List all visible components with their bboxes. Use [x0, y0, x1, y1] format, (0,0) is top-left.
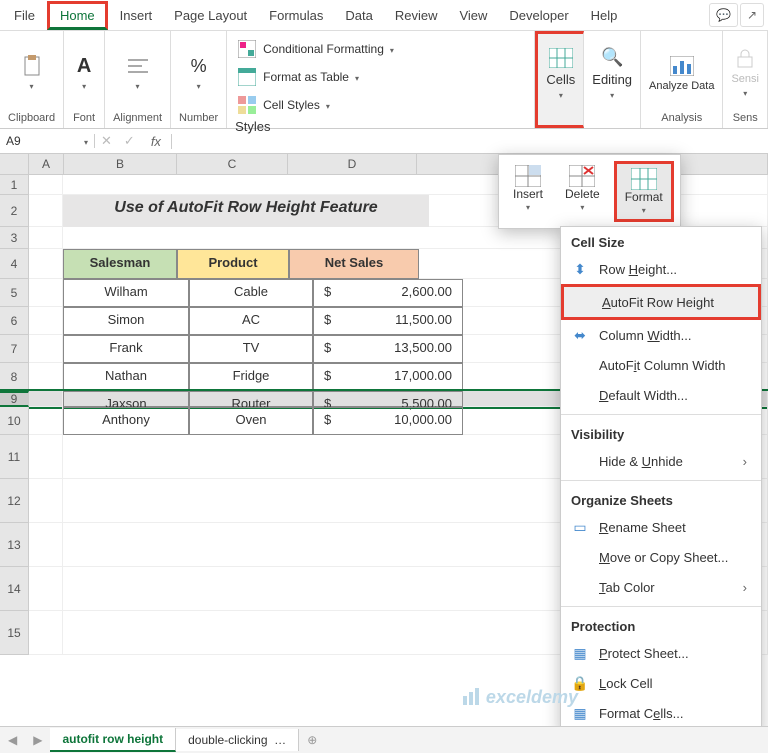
format-menu: Cell Size ⬍Row Height... AutoFit Row Hei… — [560, 226, 762, 735]
row-height-item[interactable]: ⬍Row Height... — [561, 254, 761, 284]
cond-fmt-icon — [235, 37, 259, 61]
row-header[interactable]: 3 — [0, 227, 29, 249]
group-editing: 🔍Editing▾ — [584, 31, 641, 128]
conditional-formatting-button[interactable]: Conditional Formatting▾ — [235, 35, 526, 63]
row-header[interactable]: 13 — [0, 523, 29, 567]
cancel-icon: ✕ — [95, 133, 118, 149]
alignment-icon[interactable] — [126, 54, 150, 78]
sheet-tab-active[interactable]: autofit row height — [50, 728, 176, 752]
row-header[interactable]: 14 — [0, 567, 29, 611]
tab-insert[interactable]: Insert — [110, 4, 163, 27]
format-cells-item[interactable]: ▦Format Cells... — [561, 698, 761, 728]
tab-page-layout[interactable]: Page Layout — [164, 4, 257, 27]
find-icon[interactable]: 🔍 — [600, 46, 624, 70]
group-font: A▾ Font — [64, 31, 105, 128]
hide-unhide-item[interactable]: Hide & Unhide› — [561, 446, 761, 476]
row-header[interactable]: 11 — [0, 435, 29, 479]
lock-cell-item[interactable]: 🔒Lock Cell — [561, 668, 761, 698]
cells-dropdown: Insert▾ Delete▾ Format▾ — [498, 154, 681, 229]
row-header[interactable]: 6 — [0, 307, 29, 335]
protect-sheet-item[interactable]: ▦Protect Sheet... — [561, 638, 761, 668]
sheet-title: Use of AutoFit Row Height Feature — [63, 195, 429, 227]
row-header[interactable]: 5 — [0, 279, 29, 307]
row-header[interactable]: 4 — [0, 249, 29, 279]
analyze-icon[interactable] — [670, 54, 694, 78]
column-width-item[interactable]: ⬌Column Width... — [561, 320, 761, 350]
sheet-nav-next[interactable]: ▶ — [25, 733, 50, 747]
cells-button[interactable]: Cells▾ — [535, 31, 584, 128]
tab-help[interactable]: Help — [581, 4, 628, 27]
row-height-icon: ⬍ — [571, 260, 589, 278]
autofit-row-height-item[interactable]: AutoFit Row Height — [561, 284, 761, 320]
lock-icon: 🔒 — [571, 674, 589, 692]
fx-icon[interactable]: fx — [141, 134, 172, 149]
group-clipboard: ▾ Clipboard — [0, 31, 64, 128]
sheet-tabs: ◀ ▶ autofit row height double-clicking …… — [0, 726, 768, 753]
format-button[interactable]: Format▾ — [614, 161, 674, 222]
cell-styles-button[interactable]: Cell Styles▾ — [235, 91, 526, 119]
row-header[interactable]: 12 — [0, 479, 29, 523]
autofit-column-width-item[interactable]: AutoFit Column Width — [561, 350, 761, 380]
protect-icon: ▦ — [571, 644, 589, 662]
section-visibility: Visibility — [561, 419, 761, 446]
row-header[interactable]: 1 — [0, 175, 29, 195]
row-header[interactable]: 2 — [0, 195, 29, 227]
ribbon: ▾ Clipboard A▾ Font ▾ Alignment %▾ Numbe… — [0, 31, 768, 129]
tab-view[interactable]: View — [449, 4, 497, 27]
comments-icon[interactable]: 💬 — [709, 3, 738, 27]
table-icon — [235, 65, 259, 89]
move-copy-item[interactable]: Move or Copy Sheet... — [561, 542, 761, 572]
row-header[interactable]: 9 — [0, 391, 29, 407]
tab-review[interactable]: Review — [385, 4, 448, 27]
tab-developer[interactable]: Developer — [499, 4, 578, 27]
default-width-item[interactable]: Default Width... — [561, 380, 761, 410]
new-sheet-button[interactable]: ⊕ — [299, 733, 325, 747]
tab-home[interactable]: Home — [47, 1, 108, 30]
row-header[interactable]: 7 — [0, 335, 29, 363]
share-icon[interactable]: ↗ — [740, 3, 764, 27]
section-organize: Organize Sheets — [561, 485, 761, 512]
paste-icon[interactable] — [20, 54, 44, 78]
group-sensitivity: Sensi▾ Sens — [723, 31, 768, 128]
font-icon[interactable]: A — [72, 54, 96, 78]
sheet-nav-prev[interactable]: ◀ — [0, 733, 25, 747]
format-cells-icon: ▦ — [571, 704, 589, 722]
tab-color-item[interactable]: Tab Color› — [561, 572, 761, 602]
col-width-icon: ⬌ — [571, 326, 589, 344]
rename-sheet-item[interactable]: ▭Rename Sheet — [561, 512, 761, 542]
tab-file[interactable]: File — [4, 4, 45, 27]
cells-icon — [549, 46, 573, 70]
confirm-icon: ✓ — [118, 133, 141, 149]
row-header[interactable]: 15 — [0, 611, 29, 655]
sheet-tab-other[interactable]: double-clicking … — [176, 729, 299, 751]
rename-icon: ▭ — [571, 518, 589, 536]
row-header[interactable]: 8 — [0, 363, 29, 391]
select-all[interactable] — [0, 154, 29, 174]
group-analysis: Analyze Data Analysis — [641, 31, 723, 128]
insert-button[interactable]: Insert▾ — [505, 161, 551, 222]
sensitivity-icon — [733, 47, 757, 71]
tab-data[interactable]: Data — [335, 4, 382, 27]
cell-styles-icon — [235, 93, 259, 117]
format-as-table-button[interactable]: Format as Table▾ — [235, 63, 526, 91]
group-number: %▾ Number — [171, 31, 227, 128]
group-styles: Conditional Formatting▾ Format as Table▾… — [227, 31, 535, 128]
number-icon[interactable]: % — [187, 54, 211, 78]
group-alignment: ▾ Alignment — [105, 31, 171, 128]
delete-button[interactable]: Delete▾ — [557, 161, 608, 222]
section-cell-size: Cell Size — [561, 227, 761, 254]
col-C[interactable]: C — [177, 154, 288, 174]
col-B[interactable]: B — [64, 154, 177, 174]
row-header[interactable]: 10 — [0, 407, 29, 435]
name-box[interactable]: A9▾ — [0, 134, 95, 148]
ribbon-tabs: File Home Insert Page Layout Formulas Da… — [0, 0, 768, 31]
section-protection: Protection — [561, 611, 761, 638]
tab-formulas[interactable]: Formulas — [259, 4, 333, 27]
col-D[interactable]: D — [288, 154, 417, 174]
col-A[interactable]: A — [29, 154, 64, 174]
